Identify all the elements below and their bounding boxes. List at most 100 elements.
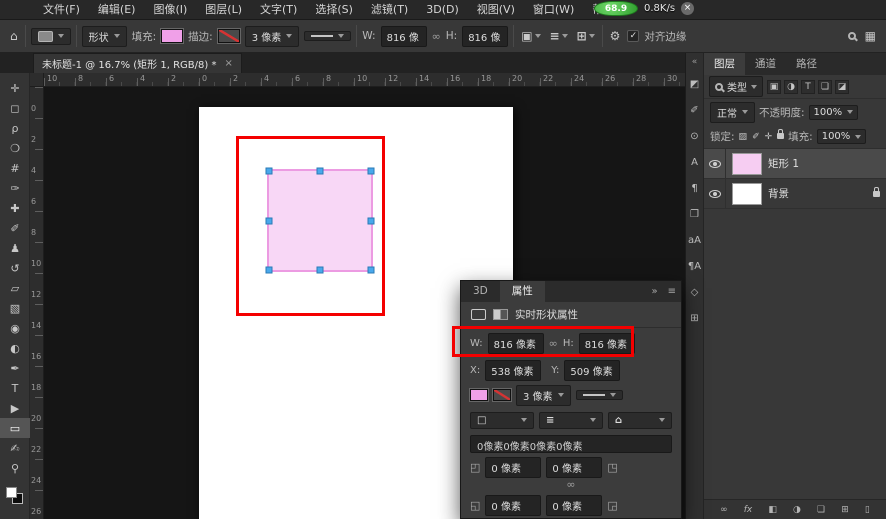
filter-type-layers-icon[interactable]: T — [801, 80, 815, 94]
path-arrangement-dropdown[interactable]: ⊞ — [575, 29, 597, 43]
eraser-tool[interactable]: ▱ — [0, 278, 30, 298]
menu-item[interactable]: 图像(I) — [144, 0, 196, 20]
selection-handle[interactable] — [317, 267, 324, 274]
layer-row[interactable]: 矩形 1 — [704, 149, 886, 179]
info-panel-icon[interactable]: ⊙ — [686, 123, 703, 149]
stroke-type-select[interactable] — [304, 31, 351, 41]
pen-tool[interactable]: ✒ — [0, 358, 30, 378]
selection-handle[interactable] — [266, 217, 273, 224]
menu-item[interactable]: 文件(F) — [34, 0, 89, 20]
selection-handle[interactable] — [266, 168, 273, 175]
character-styles-panel-icon[interactable]: aA — [686, 227, 703, 253]
selection-handle[interactable] — [368, 168, 375, 175]
selection-handle[interactable] — [266, 267, 273, 274]
home-icon[interactable]: ⌂ — [8, 29, 20, 43]
layer-thumbnail[interactable] — [732, 153, 762, 175]
stroke-caps-select[interactable]: ≡ — [539, 412, 603, 429]
menu-item[interactable]: 图层(L) — [196, 0, 251, 20]
styles-panel-icon[interactable]: ✐ — [686, 97, 703, 123]
stroke-alignment-select[interactable]: □ — [470, 412, 534, 429]
eyedropper-tool[interactable]: ✑ — [0, 178, 30, 198]
stroke-color-swatch[interactable] — [493, 389, 511, 401]
hand-tool[interactable]: ✍ — [0, 438, 30, 458]
libraries-panel-icon[interactable]: ⊞ — [686, 305, 703, 331]
align-edges-checkbox[interactable]: ✓ — [627, 30, 639, 42]
horizontal-ruler[interactable]: 108642024681012141618202224262830 — [44, 73, 685, 87]
spot-healing-brush-tool[interactable]: ✚ — [0, 198, 30, 218]
rectangle-tool[interactable]: ▭ — [0, 418, 30, 438]
horizontal-type-tool[interactable]: T — [0, 378, 30, 398]
dodge-tool[interactable]: ◐ — [0, 338, 30, 358]
selection-handle[interactable] — [368, 217, 375, 224]
clone-source-panel-icon[interactable]: ❐ — [686, 201, 703, 227]
search-icon[interactable] — [846, 32, 858, 40]
lock-position-icon[interactable]: ✛ — [765, 132, 773, 142]
path-alignment-dropdown[interactable]: ≡ — [548, 29, 570, 43]
opacity-select[interactable]: 100% — [809, 105, 859, 120]
shape-height-input[interactable]: 816 像 — [462, 26, 508, 47]
adjustments-panel-icon[interactable]: ◩ — [686, 71, 703, 97]
corner-radius-top-left-input[interactable]: 0 像素 — [485, 457, 541, 478]
menu-item[interactable]: 文字(T) — [251, 0, 306, 20]
filter-pixel-layers-icon[interactable]: ▣ — [767, 80, 781, 94]
tab-3d[interactable]: 3D — [461, 281, 500, 302]
path-operations-dropdown[interactable]: ▣ — [519, 29, 542, 43]
shape-rectangle[interactable] — [267, 169, 373, 272]
document-tab[interactable]: 未标题-1 @ 16.7% (矩形 1, RGB/8) * × — [33, 53, 242, 73]
lock-all-icon[interactable] — [777, 132, 784, 142]
fill-color-swatch[interactable] — [470, 389, 488, 401]
panel-tab[interactable]: 路径 — [786, 53, 827, 75]
add-layer-mask-icon[interactable]: ◧ — [768, 504, 777, 515]
link-corner-radii-icon[interactable]: ∞ — [461, 478, 681, 494]
menu-item[interactable]: 选择(S) — [306, 0, 362, 20]
path-selection-tool[interactable]: ▶ — [0, 398, 30, 418]
fill-opacity-select[interactable]: 100% — [817, 129, 867, 144]
link-layers-icon[interactable]: ∞ — [720, 504, 728, 515]
shape-y-input[interactable]: 509 像素 — [564, 360, 620, 381]
expand-panels-icon[interactable]: « — [686, 53, 703, 71]
stroke-width-select[interactable]: 3 像素 — [245, 26, 300, 47]
character-panel-icon[interactable]: A — [686, 149, 703, 175]
menu-item[interactable]: 滤镜(T) — [362, 0, 417, 20]
layer-thumbnail[interactable] — [732, 183, 762, 205]
shape-width-input[interactable]: 816 像素 — [488, 333, 544, 354]
tool-preset-picker[interactable] — [31, 28, 71, 45]
menu-item[interactable]: 编辑(E) — [89, 0, 145, 20]
brush-tool[interactable]: ✐ — [0, 218, 30, 238]
filter-smart-objects-icon[interactable]: ◪ — [835, 80, 849, 94]
stroke-corners-select[interactable]: ⌂ — [608, 412, 672, 429]
fill-color-swatch[interactable] — [161, 29, 183, 43]
workspace-switcher-icon[interactable]: ▦ — [863, 29, 878, 43]
history-brush-tool[interactable]: ↺ — [0, 258, 30, 278]
clone-stamp-tool[interactable]: ♟ — [0, 238, 30, 258]
layer-visibility-toggle[interactable] — [704, 149, 726, 179]
layer-visibility-toggle[interactable] — [704, 179, 726, 209]
blur-tool[interactable]: ◉ — [0, 318, 30, 338]
layer-row[interactable]: 背景 — [704, 179, 886, 209]
new-group-icon[interactable]: ❏ — [817, 504, 825, 515]
new-adjustment-layer-icon[interactable]: ◑ — [793, 504, 801, 515]
filter-shape-layers-icon[interactable]: ❏ — [818, 80, 832, 94]
rectangular-marquee-tool[interactable]: ◻ — [0, 98, 30, 118]
panel-tab[interactable]: 图层 — [704, 53, 745, 75]
stroke-color-swatch[interactable] — [218, 29, 240, 43]
stroke-type-select[interactable] — [576, 390, 623, 400]
selection-handle[interactable] — [368, 267, 375, 274]
collapse-panel-icon[interactable]: » — [646, 286, 662, 297]
corner-radius-top-right-input[interactable]: 0 像素 — [546, 457, 602, 478]
paragraph-styles-panel-icon[interactable]: ¶A — [686, 253, 703, 279]
paragraph-panel-icon[interactable]: ¶ — [686, 175, 703, 201]
ruler-origin-corner[interactable] — [30, 73, 44, 87]
delete-layer-icon[interactable]: ▯ — [865, 504, 870, 515]
menu-item[interactable]: 窗口(W) — [524, 0, 583, 20]
new-layer-icon[interactable]: ⊞ — [841, 504, 849, 515]
tab-properties[interactable]: 属性 — [500, 281, 545, 302]
shape-x-input[interactable]: 538 像素 — [485, 360, 541, 381]
menu-item[interactable]: 视图(V) — [468, 0, 524, 20]
lock-transparent-pixels-icon[interactable]: ▨ — [739, 132, 748, 142]
overlay-close-button[interactable]: × — [681, 2, 694, 15]
gradient-tool[interactable]: ▧ — [0, 298, 30, 318]
corner-radius-bottom-left-input[interactable]: 0 像素 — [485, 495, 541, 516]
quick-selection-tool[interactable]: ❍ — [0, 138, 30, 158]
3d-panel-icon[interactable]: ◇ — [686, 279, 703, 305]
